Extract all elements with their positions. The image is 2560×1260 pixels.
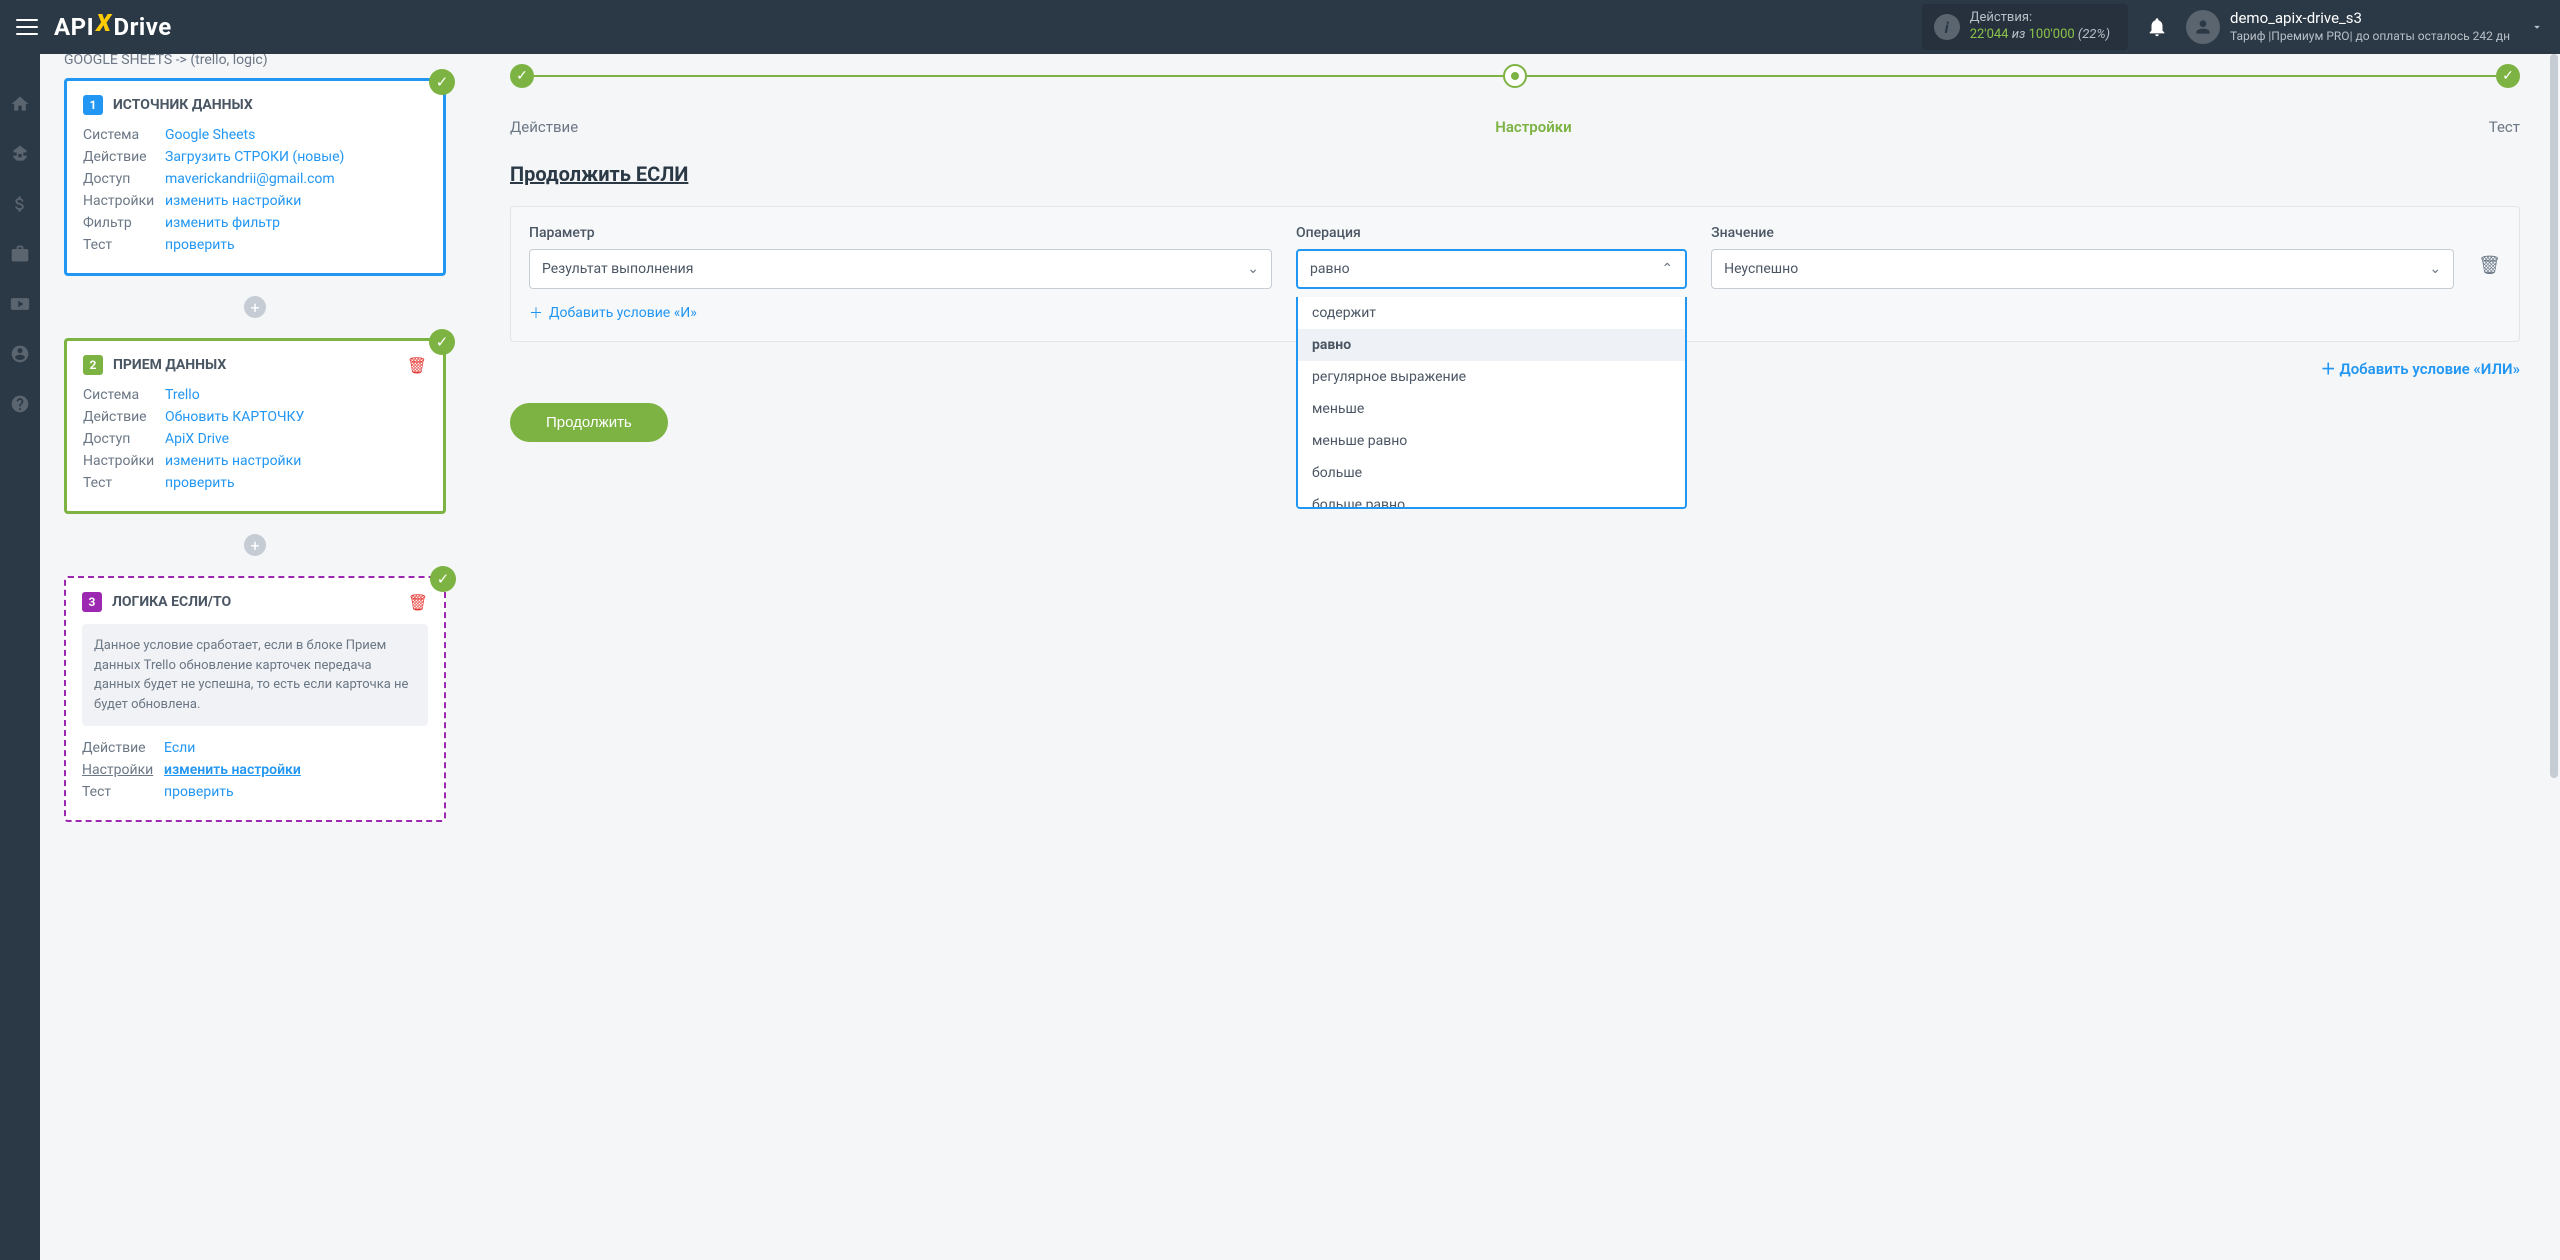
logic-info: Данное условие сработает, если в блоке П… bbox=[82, 624, 428, 726]
actions-label: Действия: bbox=[1970, 10, 2110, 27]
card-title: ПРИЕМ ДАННЫХ bbox=[113, 357, 397, 373]
delete-condition-icon[interactable]: 🗑 bbox=[2478, 255, 2501, 276]
step-active-icon bbox=[1503, 64, 1527, 88]
actions-used: 22'044 bbox=[1970, 27, 2009, 42]
op-option-regex[interactable]: регулярное выражение bbox=[1298, 361, 1685, 393]
section-title: Продолжить ЕСЛИ bbox=[510, 162, 2520, 186]
op-option-equals[interactable]: равно bbox=[1298, 329, 1685, 361]
logo[interactable]: API X Drive bbox=[54, 13, 172, 41]
source-settings[interactable]: изменить настройки bbox=[165, 193, 301, 209]
param-select[interactable]: Результат выполнения ⌄ bbox=[529, 249, 1272, 289]
step-number-3: 3 bbox=[82, 592, 102, 612]
menu-toggle[interactable] bbox=[16, 19, 38, 35]
dest-settings[interactable]: изменить настройки bbox=[165, 453, 301, 469]
plus-icon: ＋ bbox=[2321, 360, 2336, 378]
card-title: ИСТОЧНИК ДАННЫХ bbox=[113, 97, 427, 113]
dest-action[interactable]: Обновить КАРТОЧКУ bbox=[165, 409, 304, 425]
plus-icon: ＋ bbox=[529, 303, 543, 323]
dest-test[interactable]: проверить bbox=[165, 475, 235, 491]
source-filter[interactable]: изменить фильтр bbox=[165, 215, 280, 231]
add-step-button-1[interactable]: + bbox=[244, 296, 266, 318]
logo-x: X bbox=[94, 9, 113, 37]
actions-limit: 100'000 bbox=[2029, 27, 2075, 42]
step-number-2: 2 bbox=[83, 355, 103, 375]
source-system[interactable]: Google Sheets bbox=[165, 127, 255, 143]
left-panel: GOOGLE SHEETS -> (trello, logic) ✓ 1 ИСТ… bbox=[40, 54, 470, 1260]
chevron-down-icon: ⌄ bbox=[1247, 261, 1259, 277]
val-label: Значение bbox=[1711, 225, 2454, 241]
dest-card[interactable]: ✓ 2 ПРИЕМ ДАННЫХ 🗑 СистемаTrello Действи… bbox=[64, 338, 446, 514]
condition-box: Параметр Результат выполнения ⌄ Операция… bbox=[510, 206, 2520, 342]
youtube-icon[interactable] bbox=[10, 294, 30, 314]
scrollbar[interactable] bbox=[2550, 54, 2558, 1260]
add-step-button-2[interactable]: + bbox=[244, 534, 266, 556]
continue-button[interactable]: Продолжить bbox=[510, 403, 668, 442]
dest-access[interactable]: ApiX Drive bbox=[165, 431, 229, 447]
source-card[interactable]: ✓ 1 ИСТОЧНИК ДАННЫХ СистемаGoogle Sheets… bbox=[64, 78, 446, 276]
logic-card[interactable]: ✓ 3 ЛОГИКА ЕСЛИ/ТО 🗑 Данное условие сраб… bbox=[64, 576, 446, 822]
logic-test[interactable]: проверить bbox=[164, 784, 234, 800]
logic-action[interactable]: Если bbox=[164, 740, 195, 756]
step-label-settings[interactable]: Настройки bbox=[1495, 118, 1571, 136]
dollar-icon[interactable] bbox=[10, 194, 30, 214]
step-done-icon: ✓ bbox=[2496, 64, 2520, 88]
actions-counter[interactable]: i Действия: 22'044 из 100'000 (22%) bbox=[1922, 4, 2128, 50]
logo-post: Drive bbox=[114, 13, 172, 41]
step-label-test[interactable]: Тест bbox=[2489, 118, 2520, 136]
info-icon: i bbox=[1934, 14, 1960, 40]
check-icon: ✓ bbox=[429, 329, 455, 355]
op-option-less-eq[interactable]: меньше равно bbox=[1298, 425, 1685, 457]
op-option-greater[interactable]: больше bbox=[1298, 457, 1685, 489]
actions-pct: (22%) bbox=[2075, 27, 2110, 42]
param-label: Параметр bbox=[529, 225, 1272, 241]
topbar: API X Drive i Действия: 22'044 из 100'00… bbox=[0, 0, 2560, 54]
help-icon[interactable] bbox=[10, 394, 30, 414]
sidebar bbox=[0, 54, 40, 1260]
op-select[interactable]: равно ⌃ bbox=[1296, 249, 1687, 289]
check-icon: ✓ bbox=[429, 69, 455, 95]
breadcrumb: GOOGLE SHEETS -> (trello, logic) bbox=[64, 54, 446, 78]
step-done-icon: ✓ bbox=[510, 64, 534, 88]
source-test[interactable]: проверить bbox=[165, 237, 235, 253]
chevron-up-icon: ⌃ bbox=[1661, 261, 1673, 277]
source-access[interactable]: maverickandrii@gmail.com bbox=[165, 171, 335, 187]
stepper: ✓ ✓ bbox=[510, 64, 2520, 88]
avatar-icon bbox=[2186, 10, 2220, 44]
val-select[interactable]: Неуспешно ⌄ bbox=[1711, 249, 2454, 289]
trash-icon[interactable]: 🗑 bbox=[407, 356, 427, 375]
main-panel: ✓ ✓ Действие Настройки Тест Продолжить Е… bbox=[470, 54, 2560, 1260]
card-title: ЛОГИКА ЕСЛИ/ТО bbox=[112, 594, 398, 610]
user-menu[interactable]: demo_apix-drive_s3 Тариф |Премиум PRO| д… bbox=[2186, 9, 2544, 44]
bell-icon[interactable] bbox=[2146, 16, 2168, 38]
source-action[interactable]: Загрузить СТРОКИ (новые) bbox=[165, 149, 344, 165]
op-label: Операция bbox=[1296, 225, 1687, 241]
chevron-down-icon: ⌄ bbox=[2429, 261, 2441, 277]
op-dropdown: содержит равно регулярное выражение мень… bbox=[1296, 297, 1687, 509]
user-icon[interactable] bbox=[10, 344, 30, 364]
op-option-contains[interactable]: содержит bbox=[1298, 297, 1685, 329]
briefcase-icon[interactable] bbox=[10, 244, 30, 264]
op-option-greater-eq[interactable]: больше равно bbox=[1298, 489, 1685, 509]
logo-pre: API bbox=[54, 13, 94, 41]
user-name: demo_apix-drive_s3 bbox=[2230, 9, 2510, 29]
dest-system[interactable]: Trello bbox=[165, 387, 200, 403]
op-option-less[interactable]: меньше bbox=[1298, 393, 1685, 425]
chevron-down-icon bbox=[2530, 20, 2544, 34]
home-icon[interactable] bbox=[10, 94, 30, 114]
sitemap-icon[interactable] bbox=[10, 144, 30, 164]
user-plan: Тариф |Премиум PRO| до оплаты осталось 2… bbox=[2230, 29, 2510, 45]
logic-settings[interactable]: изменить настройки bbox=[164, 762, 301, 778]
step-label-action[interactable]: Действие bbox=[510, 118, 578, 136]
step-number-1: 1 bbox=[83, 95, 103, 115]
trash-icon[interactable]: 🗑 bbox=[408, 593, 428, 612]
check-icon: ✓ bbox=[430, 566, 456, 592]
